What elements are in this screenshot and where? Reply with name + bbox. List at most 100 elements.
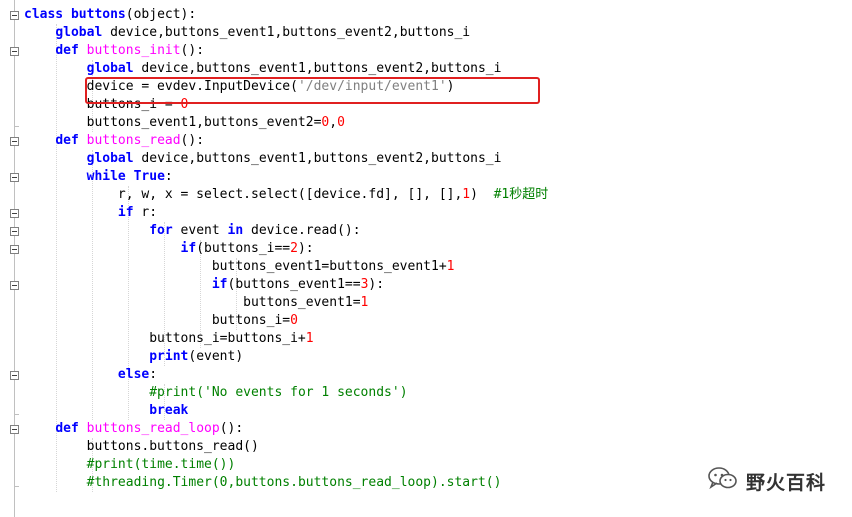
fold-toggle-icon[interactable]: [10, 209, 19, 218]
code-token: r:: [141, 205, 158, 220]
fold-line: [14, 0, 15, 517]
fold-gutter: [0, 0, 22, 517]
code-line[interactable]: print(event): [24, 348, 243, 366]
code-token: device.read():: [251, 223, 361, 238]
code-token: ,: [329, 115, 338, 130]
code-token: #1秒超时: [493, 187, 549, 202]
code-line[interactable]: while True:: [24, 168, 173, 186]
fold-toggle-icon[interactable]: [10, 371, 19, 380]
highlight-annotation-box: [85, 77, 540, 104]
code-token: ): [470, 187, 494, 202]
code-token: #print(time.time()): [86, 457, 236, 472]
fold-toggle-icon[interactable]: [10, 11, 19, 20]
code-token: #threading.Timer(0,buttons.buttons_read_…: [86, 475, 502, 490]
code-line[interactable]: buttons_event1=1: [24, 294, 368, 312]
code-line[interactable]: #print(time.time()): [24, 456, 236, 474]
fold-end-marker: [14, 414, 19, 415]
fold-toggle-icon[interactable]: [10, 425, 19, 434]
code-line[interactable]: if(buttons_event1==3):: [24, 276, 384, 294]
code-token: in: [227, 223, 251, 238]
fold-toggle-icon[interactable]: [10, 173, 19, 182]
code-line[interactable]: buttons_event1=buttons_event1+1: [24, 258, 455, 276]
code-token: buttons: [70, 7, 126, 22]
fold-toggle-icon[interactable]: [10, 245, 19, 254]
fold-toggle-icon[interactable]: [10, 227, 19, 236]
code-line[interactable]: r, w, x = select.select([device.fd], [],…: [24, 186, 548, 204]
code-line[interactable]: buttons_event1,buttons_event2=0,0: [24, 114, 345, 132]
code-token: if: [117, 205, 142, 220]
wechat-icon: [708, 466, 738, 496]
code-token: buttons_i=buttons_i+: [24, 331, 306, 346]
code-line[interactable]: if(buttons_i==2):: [24, 240, 314, 258]
code-token: global: [86, 61, 142, 76]
code-token: 0: [337, 115, 345, 130]
code-token: else: [117, 367, 150, 382]
code-token: device,buttons_event1,buttons_event2,but…: [141, 61, 502, 76]
code-token: def: [55, 133, 87, 148]
code-token: buttons_i=: [24, 313, 291, 328]
code-token: 1: [305, 331, 314, 346]
code-token: r, w, x = select.select([device.fd], [],…: [24, 187, 463, 202]
code-token: 1: [360, 295, 369, 310]
code-line[interactable]: global device,buttons_event1,buttons_eve…: [24, 150, 502, 168]
code-line[interactable]: buttons_i=0: [24, 312, 298, 330]
code-line[interactable]: break: [24, 402, 188, 420]
code-token: while: [86, 169, 134, 184]
code-line[interactable]: class buttons(object):: [24, 6, 196, 24]
fold-end-marker: [14, 486, 19, 487]
code-token: ():: [180, 43, 205, 58]
code-line[interactable]: def buttons_read_loop():: [24, 420, 243, 438]
code-line[interactable]: #print('No events for 1 seconds'): [24, 384, 407, 402]
code-line[interactable]: buttons_i=buttons_i+1: [24, 330, 314, 348]
code-line[interactable]: buttons.buttons_read(): [24, 438, 259, 456]
code-token: buttons_event1,buttons_event2=: [24, 115, 322, 130]
code-line[interactable]: #threading.Timer(0,buttons.buttons_read_…: [24, 474, 502, 492]
code-token: global: [86, 151, 142, 166]
code-line[interactable]: global device,buttons_event1,buttons_eve…: [24, 60, 502, 78]
code-token: ():: [180, 133, 205, 148]
code-editor[interactable]: class buttons(object): global device,but…: [0, 0, 852, 517]
code-token: def: [55, 43, 87, 58]
fold-toggle-icon[interactable]: [10, 47, 19, 56]
fold-toggle-icon[interactable]: [10, 137, 19, 146]
code-token: class: [24, 7, 71, 22]
code-token: event: [180, 223, 228, 238]
code-token: device,buttons_event1,buttons_event2,but…: [110, 25, 471, 40]
fold-toggle-icon[interactable]: [10, 281, 19, 290]
code-token: 2: [290, 241, 298, 256]
code-token: global: [55, 25, 111, 40]
fold-end-marker: [14, 126, 19, 127]
code-line[interactable]: def buttons_read():: [24, 132, 204, 150]
code-token: 1: [446, 259, 455, 274]
code-token: buttons_read: [86, 133, 181, 148]
watermark-text: 野火百科: [746, 471, 827, 494]
code-token: buttons_read_loop: [86, 421, 220, 436]
code-line[interactable]: if r:: [24, 204, 157, 222]
code-line[interactable]: global device,buttons_event1,buttons_eve…: [24, 24, 470, 42]
code-token: 0: [290, 313, 298, 328]
code-line[interactable]: else:: [24, 366, 157, 384]
code-token: for: [149, 223, 181, 238]
code-line[interactable]: def buttons_init():: [24, 42, 204, 60]
code-token: (event): [188, 349, 244, 364]
code-token: device,buttons_event1,buttons_event2,but…: [141, 151, 502, 166]
code-token: (buttons_i==: [196, 241, 291, 256]
code-line[interactable]: for event in device.read():: [24, 222, 361, 240]
watermark: 野火百科: [708, 464, 826, 498]
